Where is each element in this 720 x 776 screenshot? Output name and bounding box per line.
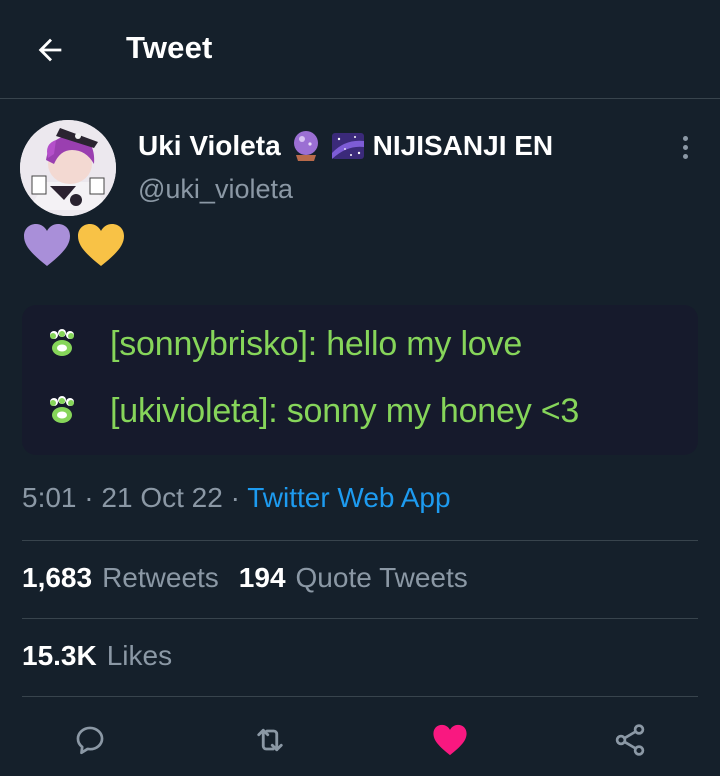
- author-handle[interactable]: @uki_violeta: [138, 174, 293, 205]
- chat-line-1: [sonnybrisko]: hello my love: [44, 322, 522, 366]
- quote-tweets-label: Quote Tweets: [295, 562, 468, 593]
- arrow-left-icon: [38, 38, 62, 62]
- like-button[interactable]: [424, 714, 476, 766]
- author-affiliation: NIJISANJI EN: [372, 130, 554, 161]
- reply-button[interactable]: [64, 714, 116, 766]
- reply-icon: [76, 726, 104, 755]
- likes-count: 15.3K: [22, 640, 97, 671]
- tweet-time[interactable]: 5:01: [22, 482, 77, 513]
- retweet-icon: [257, 728, 283, 752]
- milky-way-emoji-icon: [331, 133, 364, 159]
- tweet-source-link[interactable]: Twitter Web App: [247, 482, 450, 513]
- retweets-stat[interactable]: 1,683 Retweets: [22, 562, 219, 594]
- tweet-emoji-text: [22, 222, 126, 272]
- separator: ·: [76, 482, 102, 513]
- likes-label: Likes: [106, 640, 173, 671]
- yellow-heart-icon: [78, 224, 124, 266]
- divider: [22, 618, 698, 619]
- retweet-button[interactable]: [244, 714, 296, 766]
- chat-line-text: [sonnybrisko]: hello my love: [110, 324, 523, 363]
- more-options-icon[interactable]: [670, 132, 700, 162]
- retweets-count: 1,683: [22, 562, 93, 593]
- like-icon: [433, 724, 467, 756]
- likes-stats: 15.3K Likes: [22, 640, 172, 672]
- retweets-label: Retweets: [102, 562, 219, 593]
- separator: ·: [222, 482, 248, 513]
- divider: [22, 696, 698, 697]
- chat-line-text: [ukivioleta]: sonny my honey <3: [110, 391, 580, 430]
- engagement-stats: 1,683 Retweets 194 Quote Tweets: [22, 562, 468, 594]
- avatar[interactable]: [20, 120, 116, 216]
- chat-line-2: [ukivioleta]: sonny my honey <3: [44, 389, 579, 433]
- back-button[interactable]: [30, 30, 70, 70]
- tweet-timestamp-row: 5:01 · 21 Oct 22 · Twitter Web App: [22, 482, 451, 514]
- quote-tweets-stat[interactable]: 194 Quote Tweets: [239, 562, 468, 594]
- page-title: Tweet: [126, 30, 213, 65]
- share-icon: [615, 724, 645, 756]
- paw-prints-icon: [50, 396, 74, 423]
- tweet-actions-bar: [0, 714, 720, 766]
- divider: [22, 540, 698, 541]
- share-button[interactable]: [604, 714, 656, 766]
- avatar-image: [20, 120, 116, 216]
- crystal-ball-emoji-icon: [293, 131, 318, 161]
- tweet-detail-page: Tweet Uki Violeta NIJISANJI EN @uki_viol…: [0, 0, 720, 776]
- tweet-media-image[interactable]: [sonnybrisko]: hello my love [ukivioleta…: [22, 305, 698, 455]
- paw-prints-icon: [50, 329, 74, 356]
- purple-heart-icon: [24, 224, 70, 266]
- author-name-row[interactable]: Uki Violeta NIJISANJI EN: [138, 128, 553, 164]
- author-display-name: Uki Violeta: [138, 130, 281, 161]
- quote-tweets-count: 194: [238, 562, 286, 593]
- top-bar: Tweet: [0, 0, 720, 99]
- likes-stat[interactable]: 15.3K Likes: [22, 640, 172, 672]
- tweet-date[interactable]: 21 Oct 22: [101, 482, 222, 513]
